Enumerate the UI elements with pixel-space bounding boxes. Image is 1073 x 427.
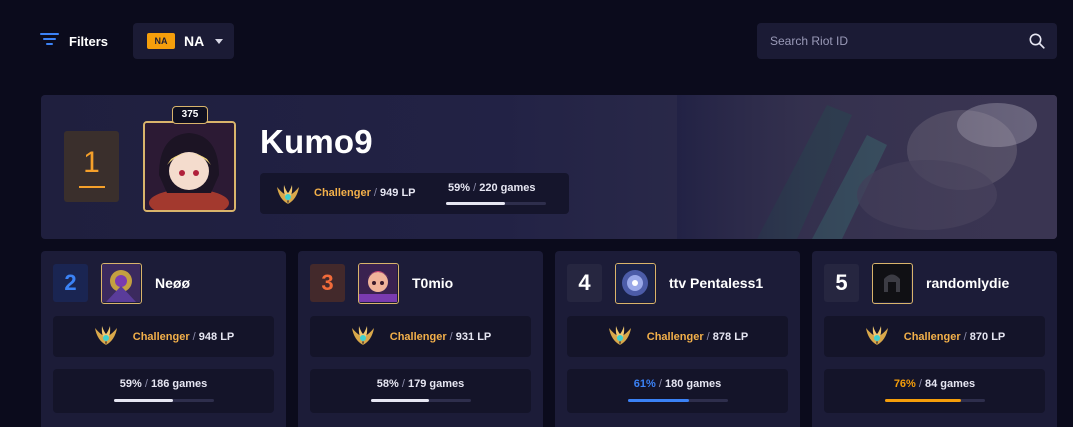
player-name[interactable]: T0mio (412, 275, 453, 291)
player-name[interactable]: Neøø (155, 275, 190, 291)
player-tier: Challenger / 931 LP (389, 330, 492, 343)
search-icon[interactable] (1017, 33, 1057, 49)
player-winrate-bar (371, 399, 471, 402)
player-winrate-bar (885, 399, 985, 402)
leader-avatar[interactable] (143, 121, 236, 212)
player-avatar[interactable] (872, 263, 913, 304)
player-tier: Challenger / 870 LP (903, 330, 1006, 343)
player-avatar[interactable] (615, 263, 656, 304)
challenger-emblem-icon (275, 181, 301, 211)
player-stats-box: 76% / 84 games (824, 369, 1045, 413)
leader-rank-number: 1 (83, 145, 100, 179)
player-tier: Challenger / 878 LP (646, 330, 749, 343)
player-rank: 2 (53, 264, 88, 302)
leader-winrate: 59% / 220 games (448, 182, 536, 194)
leader-rank: 1 (64, 131, 119, 202)
leader-winrate-bar (446, 202, 546, 205)
player-rank: 3 (310, 264, 345, 302)
player-rank: 4 (567, 264, 602, 302)
leader-card[interactable]: 1 375 Kumo9 Challenger / 949 LP 59% / 22… (41, 95, 1057, 239)
champion-splash-art (677, 95, 1057, 239)
leader-tier: Challenger / 949 LP (314, 187, 416, 199)
player-name[interactable]: ttv Pentaless1 (669, 275, 763, 291)
challenger-emblem-icon (93, 322, 119, 352)
region-badge: NA (147, 33, 175, 49)
filters-button[interactable]: Filters (40, 30, 108, 52)
player-winrate-bar (114, 399, 214, 402)
challenger-emblem-icon (350, 322, 376, 352)
player-winrate: 58% / 179 games (376, 378, 465, 390)
top-toolbar: Filters NA NA (0, 0, 1073, 85)
player-tier-box: Challenger / 870 LP (824, 316, 1045, 357)
player-card[interactable]: 2 Neøø Challenger / 948 LP 59% / 186 gam… (41, 251, 286, 427)
player-winrate: 61% / 180 games (633, 378, 722, 390)
player-card[interactable]: 3 T0mio Challenger / 931 LP 58% / 179 ga… (298, 251, 543, 427)
region-name: NA (184, 33, 205, 49)
player-avatar[interactable] (101, 263, 142, 304)
filters-label: Filters (69, 33, 109, 49)
player-winrate: 59% / 186 games (119, 378, 208, 390)
region-select[interactable]: NA NA (133, 23, 234, 59)
leader-name[interactable]: Kumo9 (260, 123, 373, 161)
search-box (757, 23, 1057, 59)
player-rank: 5 (824, 264, 859, 302)
player-stats-box: 59% / 186 games (53, 369, 274, 413)
player-avatar[interactable] (358, 263, 399, 304)
player-tier-box: Challenger / 878 LP (567, 316, 788, 357)
player-tier-box: Challenger / 931 LP (310, 316, 531, 357)
challenger-emblem-icon (864, 322, 890, 352)
player-tier: Challenger / 948 LP (132, 330, 235, 343)
caret-down-icon (215, 38, 224, 44)
leader-stats: Challenger / 949 LP 59% / 220 games (260, 173, 569, 214)
player-card[interactable]: 5 randomlydie Challenger / 870 LP 76% / … (812, 251, 1057, 427)
leader-level-badge: 375 (172, 106, 208, 124)
player-winrate-bar (628, 399, 728, 402)
player-tier-box: Challenger / 948 LP (53, 316, 274, 357)
rank-underline (78, 185, 105, 188)
filter-lines-icon (40, 32, 59, 51)
player-card[interactable]: 4 ttv Pentaless1 Challenger / 878 LP 61%… (555, 251, 800, 427)
player-winrate: 76% / 84 games (893, 378, 976, 390)
player-name[interactable]: randomlydie (926, 275, 1009, 291)
search-input[interactable] (757, 23, 1017, 59)
player-stats-box: 61% / 180 games (567, 369, 788, 413)
player-stats-box: 58% / 179 games (310, 369, 531, 413)
challenger-emblem-icon (607, 322, 633, 352)
